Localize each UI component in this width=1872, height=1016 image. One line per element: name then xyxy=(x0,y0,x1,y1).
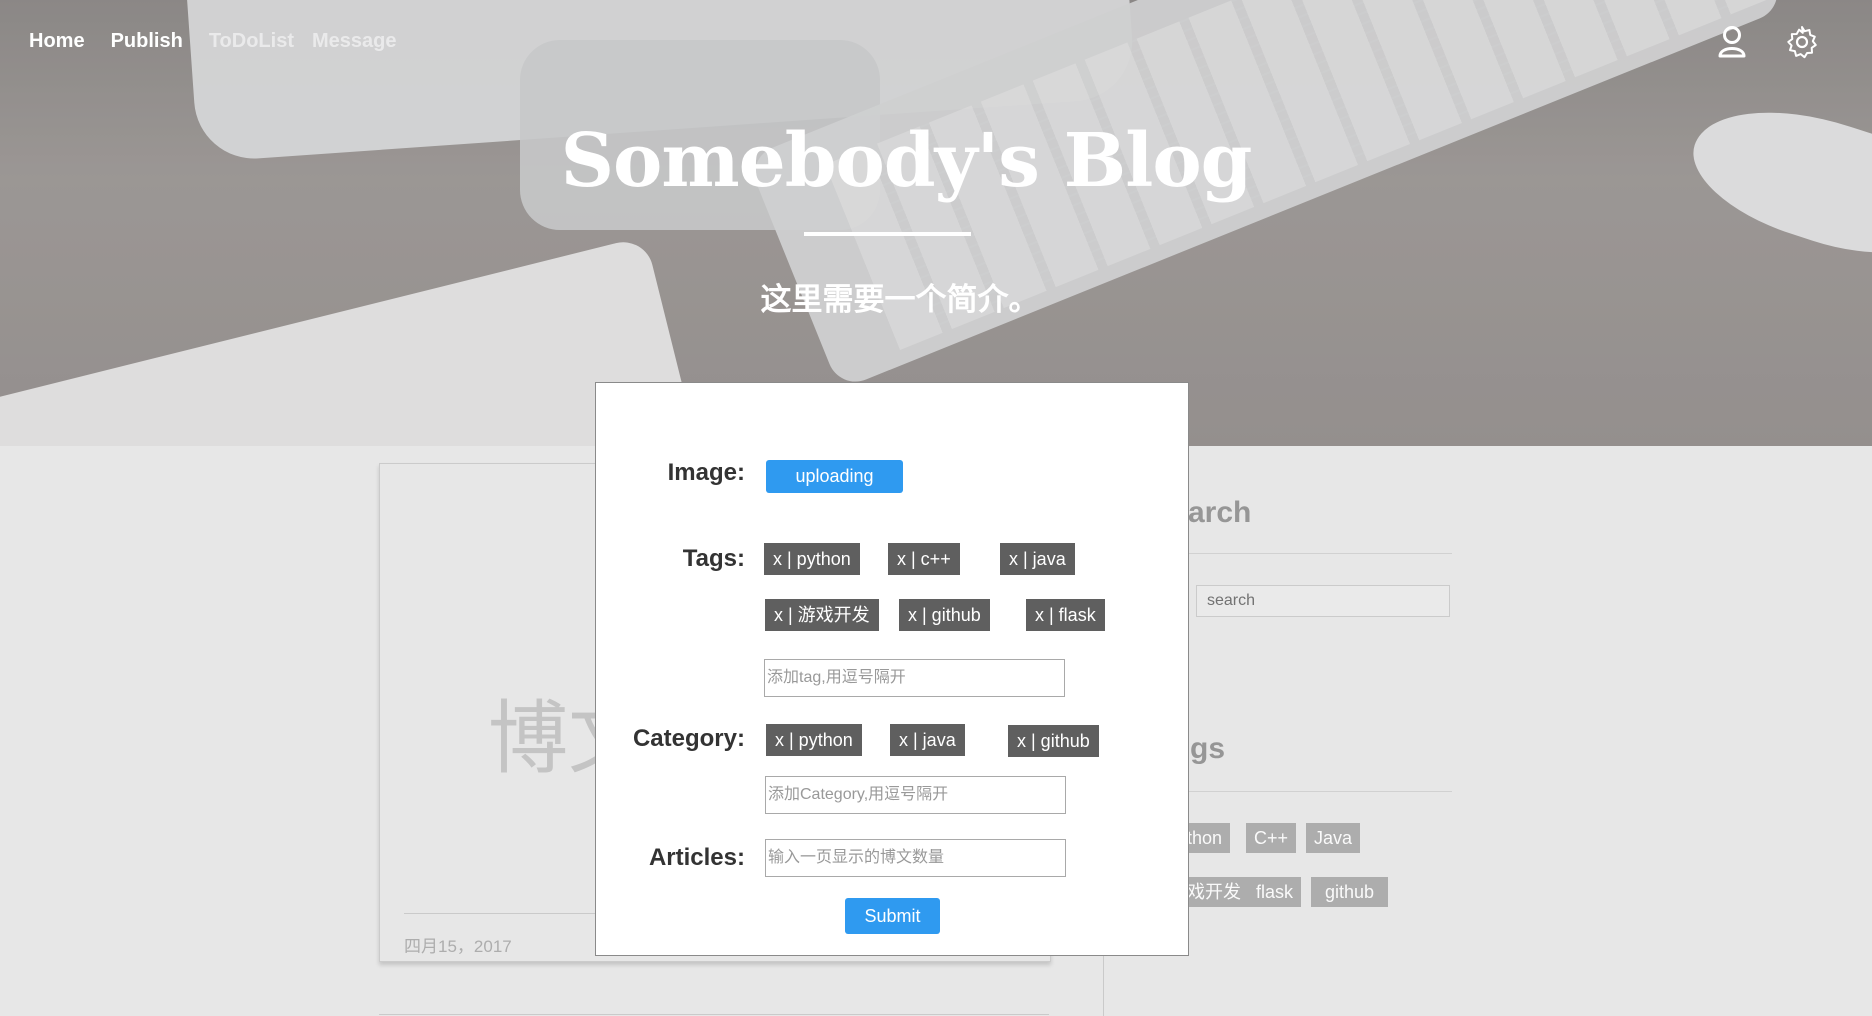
tag-chip-flask[interactable]: x | flask xyxy=(1026,599,1105,631)
articles-label: Articles: xyxy=(648,844,745,871)
blog-title: Somebody's Blog xyxy=(560,118,1253,204)
nav-message-link[interactable]: Message xyxy=(312,30,397,53)
tag-chip-cpp[interactable]: x | c++ xyxy=(888,543,960,575)
nav-home-link[interactable]: Home xyxy=(29,30,85,53)
category-input[interactable] xyxy=(765,776,1066,814)
nav-todolist-link[interactable]: ToDoList xyxy=(209,30,294,53)
tag-input[interactable] xyxy=(764,659,1065,697)
submit-button[interactable]: Submit xyxy=(845,898,940,934)
category-label: Category: xyxy=(632,725,745,752)
articles-per-page-input[interactable] xyxy=(765,839,1066,877)
upload-image-button[interactable]: uploading xyxy=(766,460,903,493)
category-chip-python[interactable]: x | python xyxy=(766,724,862,756)
category-chip-github[interactable]: x | github xyxy=(1008,725,1099,757)
title-divider xyxy=(804,232,971,236)
top-nav: Home Publish ToDoList Message xyxy=(29,30,414,53)
tag-chip-java[interactable]: x | java xyxy=(1000,543,1075,575)
settings-modal: Image: uploading Tags: x | python x | c+… xyxy=(595,382,1189,956)
gear-icon[interactable] xyxy=(1784,24,1820,60)
blog-subtitle: 这里需要一个简介。 xyxy=(760,282,1040,317)
tags-label: Tags: xyxy=(682,545,745,572)
nav-publish-link[interactable]: Publish xyxy=(111,30,183,53)
hero-banner: Home Publish ToDoList Message Somebody's… xyxy=(0,0,1872,446)
tag-chip-python[interactable]: x | python xyxy=(764,543,860,575)
user-icon[interactable] xyxy=(1714,24,1750,60)
category-chip-java[interactable]: x | java xyxy=(890,724,965,756)
tag-chip-gamedev[interactable]: x | 游戏开发 xyxy=(765,599,879,631)
tag-chip-github[interactable]: x | github xyxy=(899,599,990,631)
hero-overlay xyxy=(0,0,1872,446)
image-label: Image: xyxy=(667,459,745,486)
